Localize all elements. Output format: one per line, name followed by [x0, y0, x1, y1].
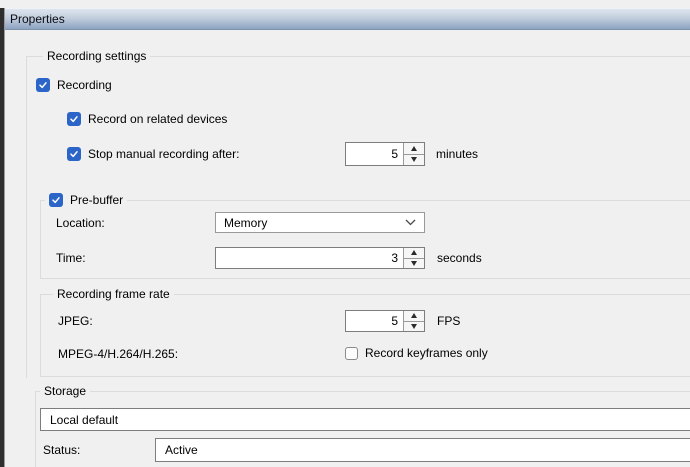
- checkmark-icon: [69, 149, 79, 159]
- stop-manual-checkbox-row: Stop manual recording after:: [67, 147, 239, 161]
- up-arrow-icon: [411, 250, 417, 255]
- storage-status-field: Active: [155, 438, 690, 462]
- mpeg-label: MPEG-4/H.264/H.265:: [58, 346, 178, 361]
- checkmark-icon: [38, 80, 48, 90]
- record-keyframes-checkbox-label[interactable]: Record keyframes only: [365, 346, 488, 360]
- panel-splitter[interactable]: [0, 8, 5, 467]
- down-arrow-icon: [411, 157, 417, 162]
- jpeg-label: JPEG:: [58, 310, 93, 332]
- time-label: Time:: [56, 247, 86, 269]
- recording-checkbox[interactable]: [36, 78, 50, 92]
- spin-up-button[interactable]: [404, 311, 424, 322]
- up-arrow-icon: [411, 146, 417, 151]
- storage-selection-value: Local default: [50, 413, 118, 427]
- down-arrow-icon: [411, 261, 417, 266]
- recording-checkbox-label[interactable]: Recording: [57, 78, 112, 92]
- checkmark-icon: [51, 195, 61, 205]
- spin-down-button[interactable]: [404, 322, 424, 332]
- recording-frame-rate-group-label: Recording frame rate: [53, 287, 174, 301]
- panel-title: Properties: [10, 12, 65, 26]
- pre-buffer-caption: Pre-buffer: [45, 193, 127, 207]
- location-dropdown-value: Memory: [224, 216, 267, 230]
- properties-panel: Properties Recording settings Recording …: [0, 0, 690, 467]
- checkmark-icon: [69, 114, 79, 124]
- pre-buffer-checkbox-label[interactable]: Pre-buffer: [70, 193, 123, 207]
- spin-up-button[interactable]: [404, 248, 424, 259]
- up-arrow-icon: [411, 313, 417, 318]
- down-arrow-icon: [411, 324, 417, 329]
- chevron-down-icon: [405, 219, 416, 226]
- status-label: Status:: [43, 438, 80, 462]
- stop-recording-minutes-spin-buttons: [403, 143, 424, 165]
- properties-header: Properties: [5, 8, 690, 30]
- record-keyframes-checkbox[interactable]: [345, 347, 358, 360]
- pre-buffer-time-spinner: 3: [215, 247, 425, 269]
- jpeg-fps-value[interactable]: 5: [346, 311, 403, 331]
- location-label: Location:: [56, 212, 105, 233]
- fps-unit-label: FPS: [437, 310, 460, 332]
- pre-buffer-checkbox[interactable]: [49, 193, 63, 207]
- recording-frame-rate-group: Recording frame rate: [40, 294, 690, 377]
- jpeg-fps-spin-buttons: [403, 311, 424, 331]
- stop-manual-checkbox-label[interactable]: Stop manual recording after:: [88, 147, 239, 161]
- spin-down-button[interactable]: [404, 155, 424, 166]
- storage-group-label: Storage: [40, 384, 90, 398]
- stop-recording-minutes-spinner: 5: [345, 142, 425, 166]
- recording-settings-group-label: Recording settings: [43, 49, 150, 63]
- minutes-unit-label: minutes: [436, 142, 478, 166]
- spin-down-button[interactable]: [404, 259, 424, 269]
- pre-buffer-time-spin-buttons: [403, 248, 424, 268]
- record-related-checkbox[interactable]: [67, 112, 81, 126]
- recording-checkbox-row: Recording: [36, 78, 112, 92]
- storage-status-value: Active: [165, 443, 198, 457]
- seconds-unit-label: seconds: [437, 247, 482, 269]
- record-keyframes-checkbox-row: Record keyframes only: [345, 346, 488, 360]
- record-related-checkbox-label[interactable]: Record on related devices: [88, 112, 227, 126]
- location-dropdown[interactable]: Memory: [215, 212, 425, 233]
- jpeg-fps-spinner: 5: [345, 310, 425, 332]
- spin-up-button[interactable]: [404, 143, 424, 155]
- stop-recording-minutes-value[interactable]: 5: [346, 143, 403, 165]
- record-related-checkbox-row: Record on related devices: [67, 112, 227, 126]
- stop-manual-checkbox[interactable]: [67, 147, 81, 161]
- pre-buffer-time-value[interactable]: 3: [216, 248, 403, 268]
- storage-selection-field[interactable]: Local default: [40, 408, 690, 431]
